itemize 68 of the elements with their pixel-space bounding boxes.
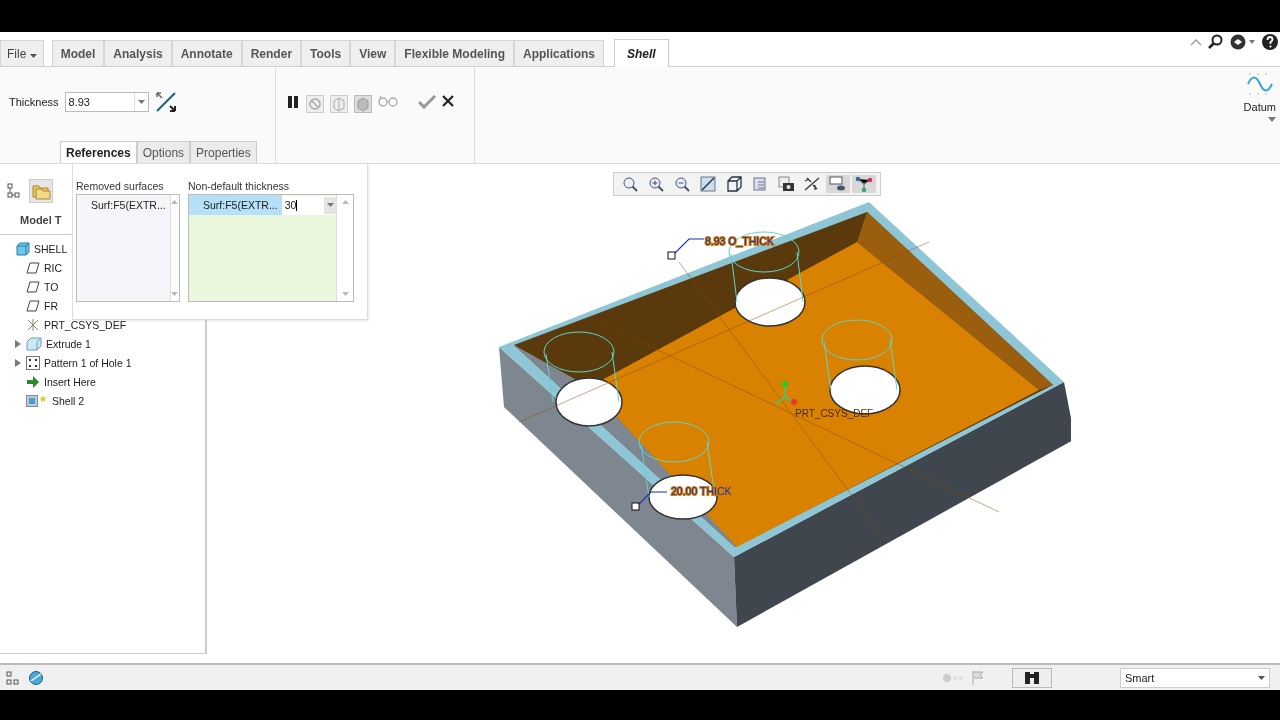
model-tree-icon[interactable] xyxy=(6,670,20,685)
search-icon[interactable] xyxy=(1208,34,1224,50)
tree-item[interactable]: PRT_CSYS_DEF xyxy=(44,318,127,331)
datum-icon[interactable] xyxy=(1246,71,1276,97)
plane-icon xyxy=(26,280,40,293)
ribbon-tab[interactable]: Annotate xyxy=(171,40,242,66)
selection-filter[interactable]: Smart xyxy=(1120,667,1270,688)
plane-icon xyxy=(26,261,40,274)
browser-icon[interactable] xyxy=(28,669,44,686)
thickness-field[interactable]: 8.93 xyxy=(64,92,149,112)
caret-icon xyxy=(1258,675,1265,680)
tree-item[interactable]: Pattern 1 of Hole 1 xyxy=(44,356,132,369)
close-icon[interactable] xyxy=(442,95,454,107)
dimension-label[interactable]: 8.93 O_THICK xyxy=(705,235,774,247)
ribbon-tab[interactable]: Model xyxy=(51,40,105,66)
dashboard-tab[interactable]: References xyxy=(60,141,137,163)
list-item[interactable]: Surf:F5(EXTR... xyxy=(189,195,282,215)
thickness-label: Thickness xyxy=(9,96,59,108)
pause-icon[interactable] xyxy=(286,95,300,109)
help-icon[interactable] xyxy=(1262,34,1278,50)
visibility-icon[interactable] xyxy=(826,175,850,193)
expand-arrow-icon[interactable] xyxy=(14,339,22,348)
expand-arrow-icon[interactable] xyxy=(14,358,22,367)
dashboard-tab[interactable]: Properties xyxy=(190,141,257,163)
non-default-thickness-list[interactable]: Surf:F5(EXTR... 30 xyxy=(188,194,354,302)
ribbon-tab[interactable]: Analysis xyxy=(104,40,172,66)
coordinate-system-icon xyxy=(26,317,40,332)
ribbon-tab[interactable]: Shell xyxy=(614,39,669,67)
shell-icon xyxy=(26,393,48,408)
csys-label: PRT_CSYS_DEF xyxy=(795,408,874,419)
checkmark-icon[interactable] xyxy=(418,95,436,109)
caret-icon xyxy=(137,100,145,104)
dimension-label[interactable]: 20.00 THICK xyxy=(671,485,732,497)
panel-title: Model T xyxy=(20,214,62,226)
ribbon-tab[interactable]: Tools xyxy=(301,40,351,66)
tree-item[interactable]: SHELL xyxy=(34,242,68,255)
plane-icon xyxy=(26,299,40,312)
caret-icon xyxy=(29,53,37,58)
tree-item[interactable]: Insert Here xyxy=(44,375,96,388)
arrow-icon xyxy=(26,375,40,388)
dashboard-tab[interactable]: Options xyxy=(136,141,191,163)
flip-direction-icon[interactable] xyxy=(154,91,177,113)
ribbon-tab[interactable]: Render xyxy=(241,40,302,66)
ribbon-tab[interactable]: View xyxy=(350,40,396,66)
network-icon[interactable] xyxy=(852,175,876,193)
settings-icon[interactable] xyxy=(1230,34,1256,50)
tree-item[interactable]: Extrude 1 xyxy=(46,337,91,350)
model-tree-icon[interactable] xyxy=(7,183,21,199)
regen-status-icon xyxy=(942,672,964,683)
list-item[interactable]: Surf:F5(EXTR... xyxy=(77,195,170,215)
tree-item[interactable]: FR xyxy=(44,299,58,312)
thickness-value-field[interactable]: 30 xyxy=(281,195,336,215)
caret-icon[interactable] xyxy=(1268,117,1276,122)
removed-surfaces-list[interactable]: Surf:F5(EXTR... xyxy=(76,194,180,302)
part-icon xyxy=(16,241,30,256)
collapse-icon[interactable] xyxy=(1190,38,1202,46)
datum-label[interactable]: Datum xyxy=(1243,101,1276,113)
removed-surfaces-label: Removed surfaces xyxy=(76,180,165,192)
non-default-thickness-label: Non-default thickness xyxy=(188,180,290,192)
file-menu[interactable]: File xyxy=(0,40,44,66)
tree-item[interactable]: RIC xyxy=(44,261,63,274)
pattern-icon xyxy=(26,355,40,370)
ribbon-tab[interactable]: Flexible Modeling xyxy=(395,40,514,66)
caret-icon xyxy=(326,203,334,207)
extrude-icon xyxy=(26,336,42,351)
tree-item[interactable]: Shell 2 xyxy=(52,394,85,407)
tree-item[interactable]: TO xyxy=(44,280,59,293)
ribbon-tab[interactable]: Applications xyxy=(514,40,604,66)
